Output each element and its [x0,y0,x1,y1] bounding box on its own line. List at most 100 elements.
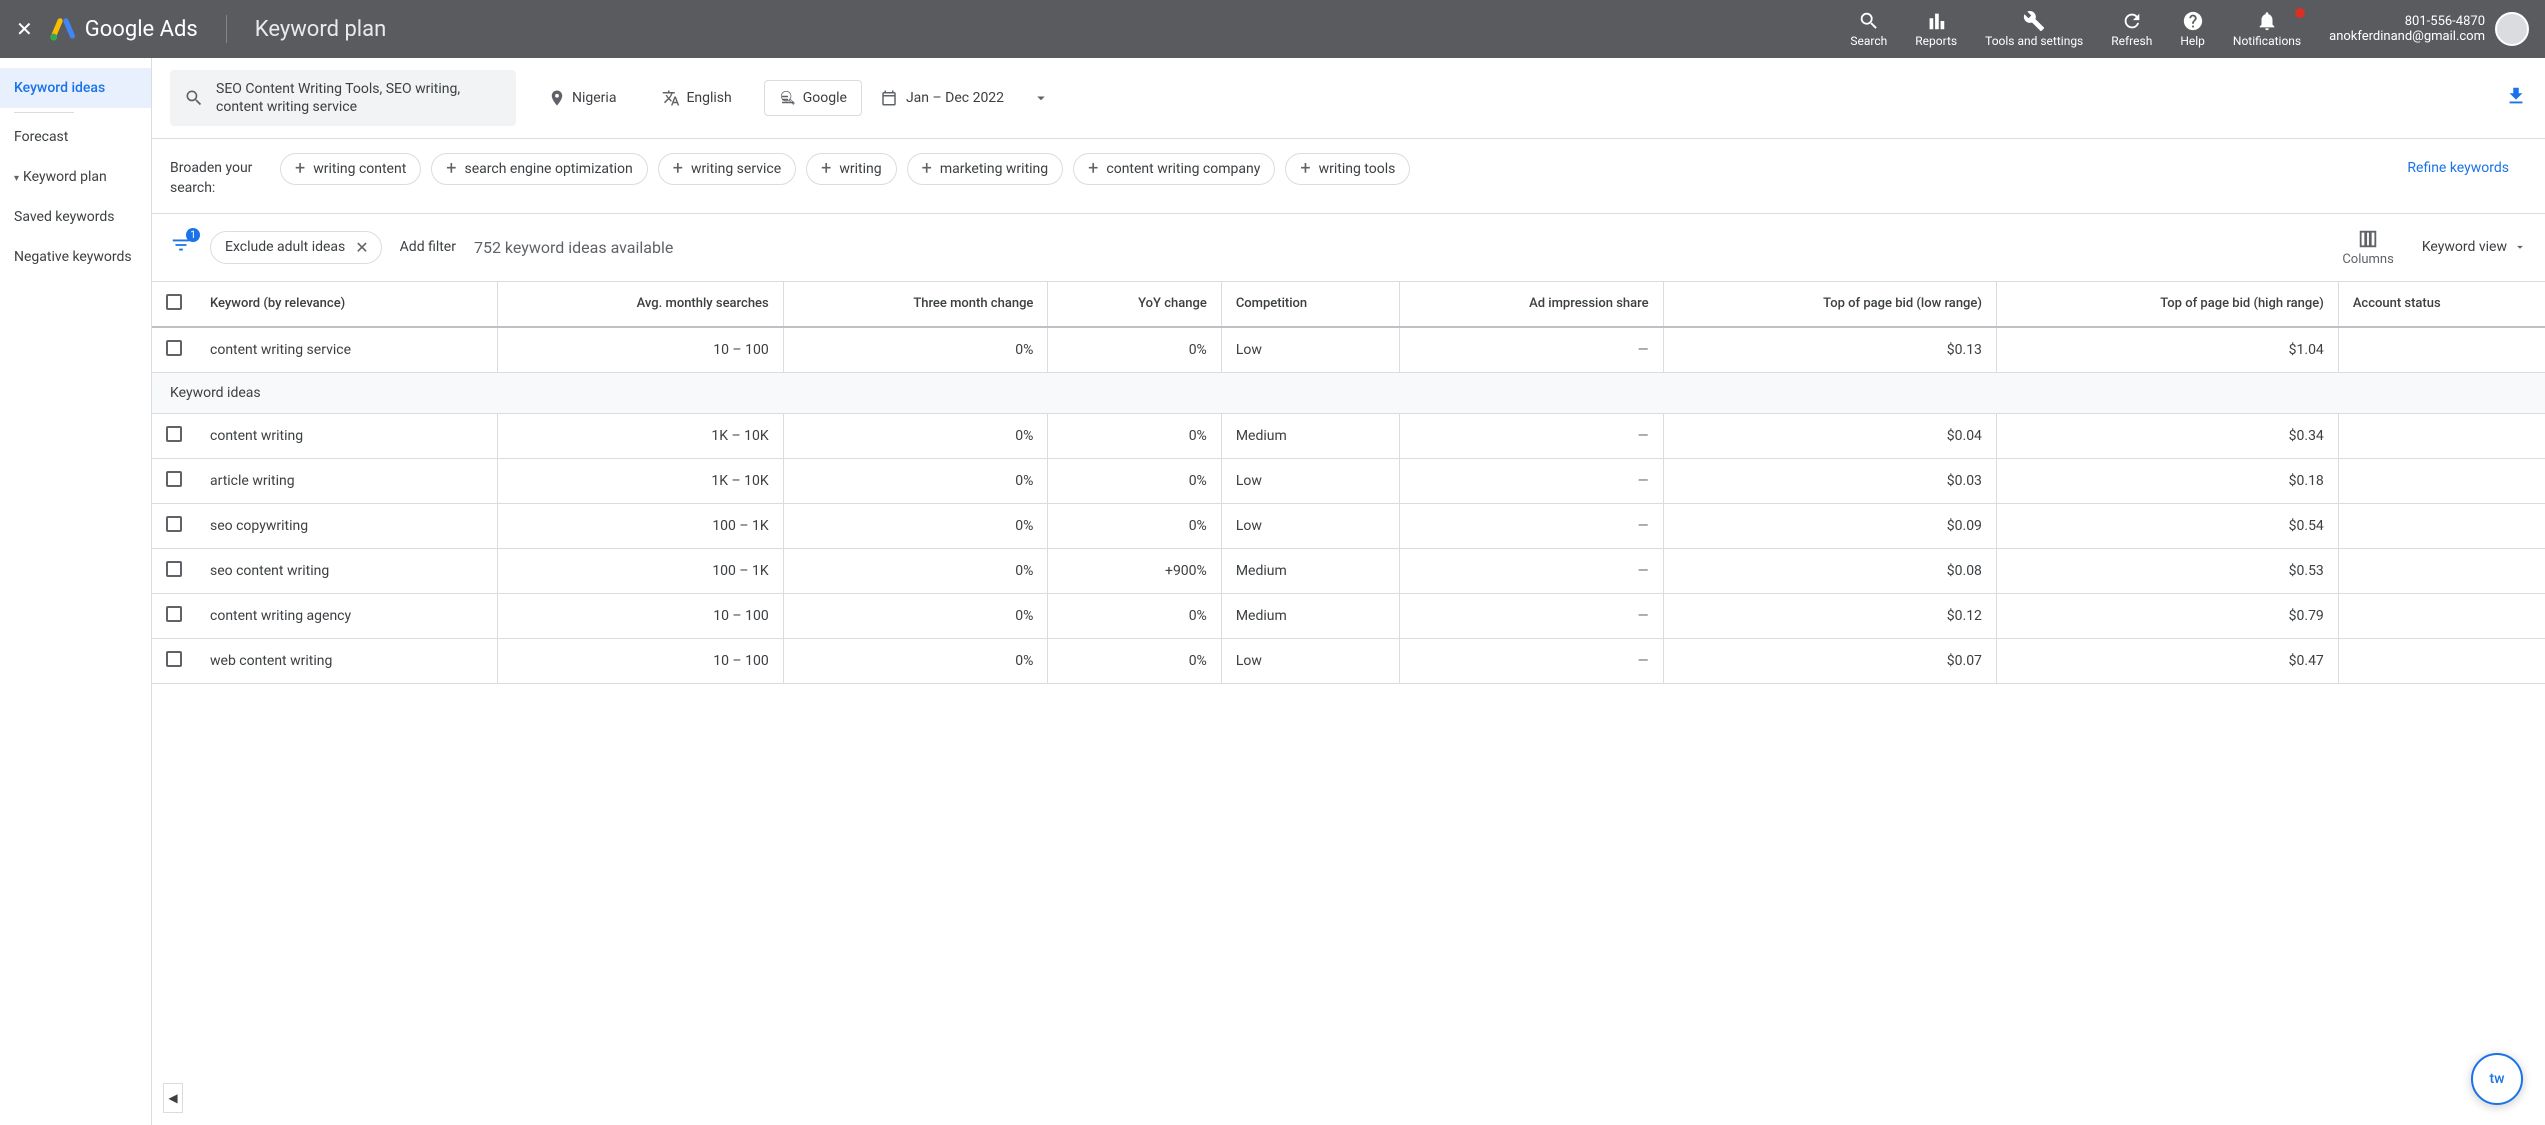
cell-competition: Low [1221,638,1399,683]
google-ads-logo: Google Ads [49,15,198,43]
date-range-selector[interactable]: Jan – Dec 2022 [880,89,1050,107]
reports-label: Reports [1915,34,1957,48]
header-right: Search Reports Tools and settings Refres… [1850,10,2529,48]
cell-three-month: 0% [783,503,1048,548]
network-selector[interactable]: Google [764,80,862,116]
download-icon [2505,85,2527,107]
plus-icon: + [673,160,683,178]
search-text: SEO Content Writing Tools, SEO writing, … [216,80,502,116]
close-icon[interactable]: ✕ [16,17,33,41]
table-row: web content writing10 – 1000%0%Low—$0.07… [152,638,2545,683]
download-button[interactable] [2505,85,2527,111]
broaden-chip[interactable]: +search engine optimization [431,153,647,185]
refresh-icon [2121,10,2143,32]
row-checkbox[interactable] [152,548,196,593]
keyword-search-box[interactable]: SEO Content Writing Tools, SEO writing, … [170,70,516,126]
cell-yoy: 0% [1048,458,1221,503]
cell-bid-low: $0.13 [1663,327,1996,373]
location-text: Nigeria [572,90,616,106]
chat-fab[interactable]: tw [2471,1053,2523,1105]
language-text: English [686,90,731,106]
refine-keywords-link[interactable]: Refine keywords [2389,153,2527,185]
sidebar-item-forecast[interactable]: Forecast [0,117,151,157]
header-search[interactable]: Search [1850,10,1887,48]
broaden-chip[interactable]: +writing [806,153,896,185]
cell-three-month: 0% [783,548,1048,593]
header-ad-impression[interactable]: Ad impression share [1399,282,1663,327]
table-header-row: Keyword (by relevance) Avg. monthly sear… [152,282,2545,327]
cell-bid-high: $1.04 [1996,327,2338,373]
header-yoy[interactable]: YoY change [1048,282,1221,327]
cell-three-month: 0% [783,458,1048,503]
header-bid-high[interactable]: Top of page bid (high range) [1996,282,2338,327]
row-checkbox[interactable] [152,503,196,548]
cell-bid-high: $0.54 [1996,503,2338,548]
account-email: anokferdinand@gmail.com [2329,29,2485,44]
broaden-chip[interactable]: +marketing writing [907,153,1064,185]
cell-status [2338,548,2545,593]
sidebar-item-keyword-plan[interactable]: Keyword plan [0,157,151,197]
cell-competition: Medium [1221,413,1399,458]
header-keyword[interactable]: Keyword (by relevance) [196,282,497,327]
row-checkbox[interactable] [152,327,196,373]
broaden-chip[interactable]: +writing tools [1285,153,1410,185]
filter-button[interactable]: 1 [170,234,192,260]
sidebar-item-keyword-ideas[interactable]: Keyword ideas [0,68,151,108]
account-phone: 801-556-4870 [2405,14,2485,29]
filter-right-controls: Columns Keyword view [2342,228,2527,267]
filter-chip-label: Exclude adult ideas [225,239,345,255]
notifications-label: Notifications [2233,34,2301,48]
header-tools[interactable]: Tools and settings [1985,10,2083,48]
broaden-chip[interactable]: +content writing company [1073,153,1275,185]
header-avg-searches[interactable]: Avg. monthly searches [497,282,783,327]
sidebar-item-saved-keywords[interactable]: Saved keywords [0,197,151,237]
view-label: Keyword view [2422,239,2507,255]
broaden-chip[interactable]: +writing service [658,153,796,185]
header-help[interactable]: Help [2180,10,2205,48]
cell-keyword: content writing service [196,327,497,373]
header-refresh[interactable]: Refresh [2111,10,2152,48]
chevron-down-icon [2513,240,2527,254]
close-icon[interactable]: ✕ [355,238,368,257]
cell-competition: Low [1221,503,1399,548]
header-notifications[interactable]: Notifications [2233,10,2301,48]
sidebar-item-negative-keywords[interactable]: Negative keywords [0,237,151,277]
filter-badge: 1 [186,228,200,242]
cell-competition: Medium [1221,593,1399,638]
chip-label: marketing writing [940,161,1048,177]
avatar[interactable] [2495,12,2529,46]
search-icon [1858,10,1880,32]
broaden-chip[interactable]: +writing content [280,153,421,185]
location-icon [548,89,566,107]
row-checkbox[interactable] [152,413,196,458]
header-three-month[interactable]: Three month change [783,282,1048,327]
row-checkbox[interactable] [152,593,196,638]
cell-keyword: seo content writing [196,548,497,593]
header-reports[interactable]: Reports [1915,10,1957,48]
cell-searches: 1K – 10K [497,458,783,503]
cell-yoy: 0% [1048,413,1221,458]
cell-searches: 10 – 100 [497,638,783,683]
keyword-view-select[interactable]: Keyword view [2422,239,2527,255]
header-competition[interactable]: Competition [1221,282,1399,327]
row-checkbox[interactable] [152,638,196,683]
scroll-left-button[interactable]: ◀ [163,1083,183,1113]
header-bid-low[interactable]: Top of page bid (low range) [1663,282,1996,327]
main-content: SEO Content Writing Tools, SEO writing, … [152,58,2545,1125]
account-info[interactable]: 801-556-4870 anokferdinand@gmail.com [2329,12,2529,46]
calendar-icon [880,89,898,107]
row-checkbox[interactable] [152,458,196,503]
cell-competition: Low [1221,458,1399,503]
cell-impression: — [1399,458,1663,503]
cell-searches: 100 – 1K [497,548,783,593]
language-selector[interactable]: English [648,81,745,115]
plus-icon: + [446,160,456,178]
columns-button[interactable]: Columns [2342,228,2394,267]
header-account-status[interactable]: Account status [2338,282,2545,327]
cell-searches: 100 – 1K [497,503,783,548]
plus-icon: + [295,160,305,178]
location-selector[interactable]: Nigeria [534,81,630,115]
add-filter-button[interactable]: Add filter [400,239,456,255]
broaden-chips: +writing content +search engine optimizat… [280,153,2369,185]
header-checkbox[interactable] [152,282,196,327]
